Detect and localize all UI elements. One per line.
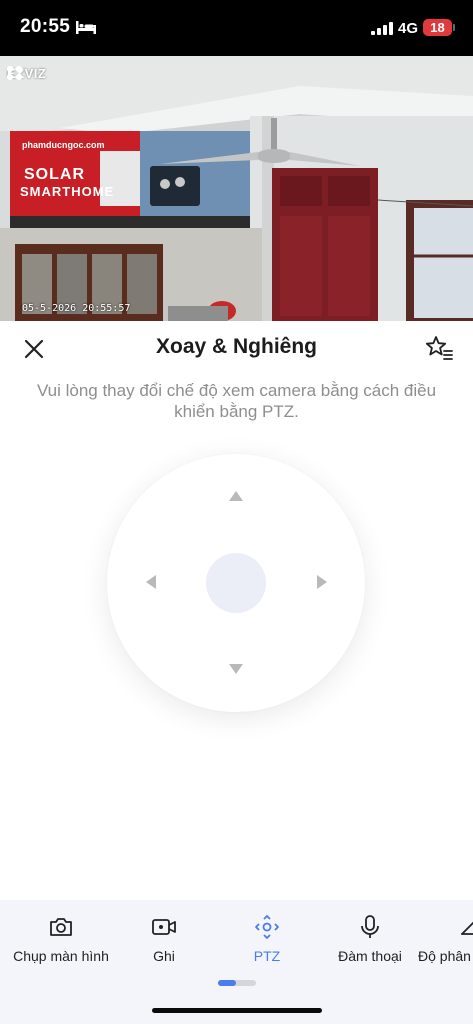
pan-right-arrow-icon[interactable] xyxy=(317,575,327,589)
microphone-icon xyxy=(361,915,379,938)
camera-icon xyxy=(50,918,72,936)
joystick-knob[interactable] xyxy=(206,553,266,613)
banner-title-2: SMARTHOME xyxy=(20,184,115,199)
talk-button[interactable]: Đàm thoại xyxy=(315,914,425,964)
status-time: 20:55 xyxy=(20,16,71,37)
battery-tip xyxy=(453,24,455,31)
ptz-header: Xoay & Nghiêng xyxy=(0,321,473,377)
camera-timestamp: 05-5-2026 20:55:57 xyxy=(22,303,131,314)
resolution-icon xyxy=(461,921,473,935)
record-button[interactable]: Ghi xyxy=(109,914,219,964)
ptz-icon xyxy=(255,915,279,939)
pan-down-arrow-icon[interactable] xyxy=(229,664,243,674)
pan-up-arrow-icon[interactable] xyxy=(229,491,243,501)
ptz-joystick[interactable] xyxy=(107,454,365,712)
network-type: 4G xyxy=(398,20,419,37)
ptz-instruction: Vui lòng thay đổi chế độ xem camera bằng… xyxy=(36,381,437,421)
sleep-mode-icon xyxy=(76,21,96,34)
ezviz-logo-icon xyxy=(7,66,23,80)
battery-indicator: 18 xyxy=(423,19,452,36)
banner-title-1: SOLAR xyxy=(24,166,85,183)
ezviz-logo: EZVIZ xyxy=(7,66,46,81)
video-record-icon xyxy=(152,919,176,935)
toolbar-label: Ghi xyxy=(153,948,175,964)
favorite-preset-icon[interactable] xyxy=(424,334,454,362)
signal-icon xyxy=(371,22,393,35)
page-title: Xoay & Nghiêng xyxy=(155,335,318,358)
screenshot-button[interactable]: Chụp màn hình xyxy=(6,914,116,964)
bottom-toolbar: Chụp màn hình Ghi PTZ Đàm thoại Độ phân xyxy=(0,900,473,1024)
toolbar-label: PTZ xyxy=(253,948,281,964)
banner-url: phamducngoc.com xyxy=(22,140,105,150)
status-bar: 20:55 4G 18 xyxy=(0,0,473,56)
resolution-button[interactable]: Độ phân giải xyxy=(418,914,473,964)
pan-left-arrow-icon[interactable] xyxy=(146,575,156,589)
toolbar-label: Độ phân giải xyxy=(418,948,473,964)
toolbar-label: Đàm thoại xyxy=(338,948,402,964)
toolbar-page-indicator xyxy=(218,980,256,986)
home-indicator[interactable] xyxy=(152,1008,322,1013)
toolbar-label: Chụp màn hình xyxy=(13,948,109,964)
ptz-button[interactable]: PTZ xyxy=(212,914,322,964)
camera-live-view[interactable]: EZVIZ phamducngoc.com SOLAR SMARTHOME 05… xyxy=(0,56,473,321)
page-indicator-active xyxy=(218,980,236,986)
